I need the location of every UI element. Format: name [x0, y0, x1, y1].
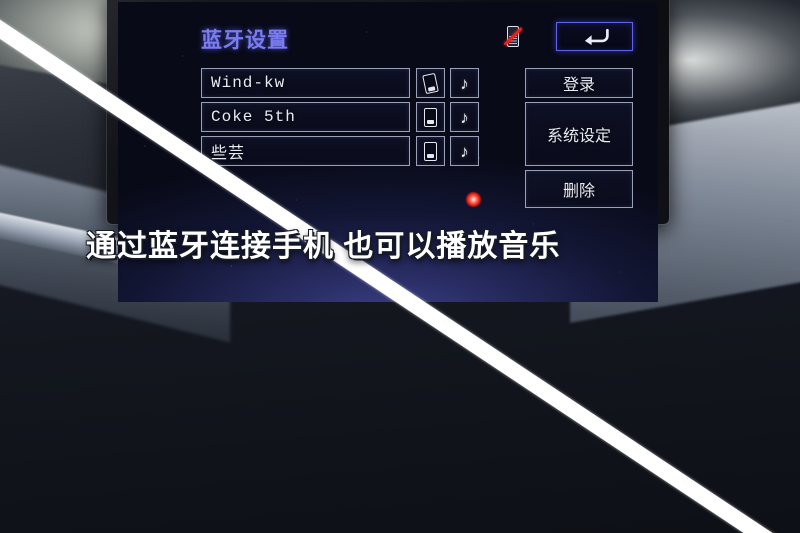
phone-disconnected-icon: [503, 25, 523, 47]
caption-overlay: 通过蓝牙连接手机 也可以播放音乐: [86, 230, 561, 263]
device-row[interactable]: Coke 5th: [201, 102, 410, 132]
device-audio-profile-button[interactable]: ♪: [450, 68, 479, 98]
music-note-icon: ♪: [460, 73, 469, 93]
register-button[interactable]: 登录: [525, 68, 633, 98]
head-unit-upper: 蓝牙设置 Wind-kw ♪ Coke 5th ♪ 些芸 ♪ 登录 系统设定 删…: [107, 0, 669, 302]
device-phone-profile-button[interactable]: [416, 136, 445, 166]
system-settings-button[interactable]: 系统设定: [525, 102, 633, 166]
music-note-icon: ♪: [460, 107, 469, 127]
led-reflection: [466, 192, 481, 207]
system-settings-button-label: 系统设定: [546, 128, 611, 145]
device-phone-profile-button[interactable]: [416, 68, 445, 98]
music-note-icon: ♪: [460, 141, 469, 161]
delete-button[interactable]: 删除: [525, 170, 633, 208]
device-phone-profile-button[interactable]: [416, 102, 445, 132]
delete-button-label: 删除: [562, 183, 595, 200]
device-row[interactable]: 些芸: [201, 136, 410, 166]
device-row[interactable]: Wind-kw: [201, 68, 410, 98]
device-audio-profile-button[interactable]: ♪: [450, 102, 479, 132]
device-name: Wind-kw: [211, 74, 286, 92]
screenshot-stage: 蓝牙开关 有效 蓝牙设备名称 LEXUS 蓝牙设备PIN码 0000 蓝牙设备地…: [0, 0, 800, 533]
phone-icon: [422, 72, 439, 94]
register-button-label: 登录: [562, 77, 595, 94]
phone-icon: [424, 141, 437, 161]
device-name: Coke 5th: [211, 108, 296, 126]
phone-icon: [424, 107, 437, 127]
device-name: 些芸: [211, 145, 246, 162]
upper-half-clip: 蓝牙设置 Wind-kw ♪ Coke 5th ♪ 些芸 ♪ 登录 系统设定 删…: [0, 0, 800, 533]
device-audio-profile-button[interactable]: ♪: [450, 136, 479, 166]
back-arrow-icon: [584, 28, 609, 45]
back-button[interactable]: [556, 22, 633, 51]
screen-title: 蓝牙设置: [201, 29, 289, 52]
